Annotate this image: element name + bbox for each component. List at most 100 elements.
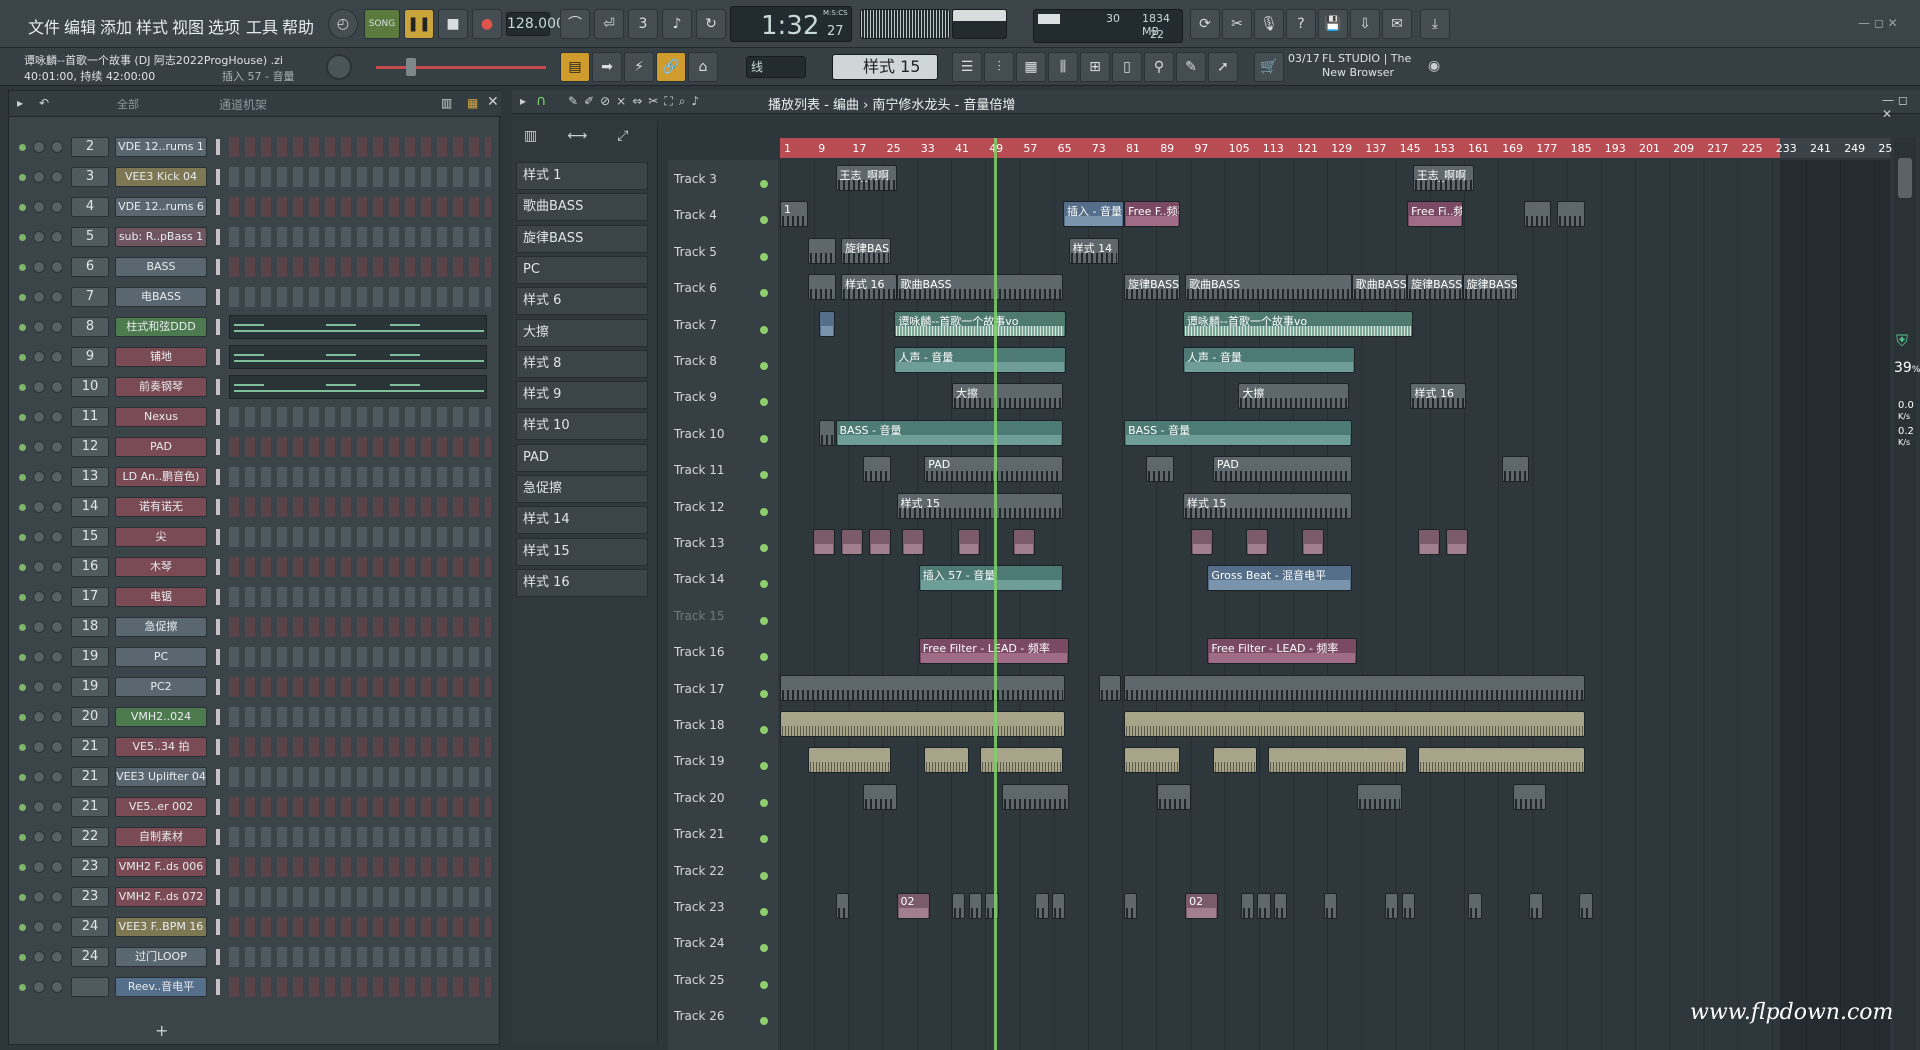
channel-mixer-track[interactable]: 17	[71, 587, 109, 607]
channel-mute-led[interactable]	[19, 474, 26, 481]
playlist-clip[interactable]: 样式 15	[896, 492, 1064, 519]
playlist-clip[interactable]	[1013, 529, 1036, 555]
channel-row[interactable]: 17 电锯	[9, 583, 491, 611]
playlist-clip[interactable]	[835, 893, 849, 919]
playlist-clip[interactable]: 王志_啊啊	[1412, 165, 1474, 191]
menu-item-4[interactable]: 视图	[172, 14, 204, 38]
channel-mute-led[interactable]	[19, 324, 26, 331]
channel-mixer-track[interactable]: 5	[71, 227, 109, 247]
playlist-clip[interactable]	[807, 747, 891, 774]
channel-row[interactable]: 15 尖	[9, 523, 491, 551]
channel-step-buttons[interactable]	[229, 437, 491, 457]
track-label[interactable]: Track 16	[674, 645, 724, 659]
playlist-clip[interactable]	[1124, 893, 1138, 919]
playlist-clip[interactable]	[1124, 711, 1585, 737]
track-mute-led[interactable]	[760, 325, 768, 334]
channel-mixer-track[interactable]: 6	[71, 257, 109, 277]
playlist-clip[interactable]	[1190, 529, 1213, 555]
channel-select-bar[interactable]	[216, 409, 220, 425]
playlist-clip[interactable]	[1301, 529, 1324, 555]
channel-row[interactable]: 16 木琴	[9, 553, 491, 581]
playlist-clip[interactable]: 王志_啊啊	[835, 165, 897, 191]
channel-piano-roll-preview[interactable]	[229, 375, 487, 399]
playlist-clip[interactable]: 谭咏麟--首歌一个故事vo	[894, 310, 1067, 337]
channel-mixer-track[interactable]: 21	[71, 797, 109, 817]
channel-pan-knob[interactable]	[51, 231, 63, 243]
playlist-clip[interactable]: 02	[1185, 893, 1219, 919]
channel-volume-knob[interactable]	[33, 921, 45, 933]
channel-name-button[interactable]: VDE 12..rums 6	[115, 197, 207, 217]
channel-name-button[interactable]: VDE 12..rums 1	[115, 137, 207, 157]
playlist-clip[interactable]: 歌曲BASS	[896, 274, 1064, 301]
channel-volume-knob[interactable]	[33, 831, 45, 843]
track-mute-led[interactable]	[760, 980, 768, 989]
channel-mixer-track[interactable]: 13	[71, 467, 109, 487]
track-label[interactable]: Track 3	[674, 172, 717, 186]
channel-name-button[interactable]: VEE3 Kick 04	[115, 167, 207, 187]
playlist-clip[interactable]	[1002, 783, 1069, 810]
channel-step-buttons[interactable]	[229, 287, 491, 307]
channel-mixer-track[interactable]: 16	[71, 557, 109, 577]
track-mute-led[interactable]	[760, 835, 768, 844]
menu-item-2[interactable]: 添加	[100, 14, 132, 38]
channel-select-bar[interactable]	[216, 139, 220, 155]
channel-mute-led[interactable]	[19, 444, 26, 451]
playlist-clip[interactable]	[818, 310, 836, 337]
channel-name-button[interactable]: 急促擦	[115, 617, 207, 637]
channel-name-button[interactable]: 电BASS	[115, 287, 207, 307]
playlist-clip[interactable]	[1512, 783, 1546, 810]
track-mute-led[interactable]	[760, 180, 768, 188]
channel-select-bar[interactable]	[216, 349, 220, 365]
channel-volume-knob[interactable]	[33, 891, 45, 903]
channel-select-bar[interactable]	[216, 799, 220, 815]
channel-pan-knob[interactable]	[51, 471, 63, 483]
playlist-clip[interactable]	[1579, 893, 1593, 919]
channel-name-button[interactable]: sub: R..pBass 1	[115, 227, 207, 247]
help-icon[interactable]: ?	[1286, 9, 1316, 39]
pattern-item[interactable]: PC	[516, 255, 648, 284]
track-mute-led[interactable]	[760, 689, 768, 698]
channel-row[interactable]: 19 PC2	[9, 673, 491, 701]
channel-select-bar[interactable]	[216, 289, 220, 305]
playlist-clip[interactable]: 大擦	[952, 383, 1064, 410]
playlist-clip[interactable]: 样式 15	[1182, 492, 1352, 519]
track-mute-led[interactable]	[760, 252, 768, 261]
snap-select[interactable]: 线	[746, 56, 806, 78]
track-label[interactable]: Track 7	[674, 318, 717, 332]
pattern-item[interactable]: 急促擦	[516, 475, 648, 503]
playlist-clip[interactable]: 插入 57 - 音量	[918, 565, 1064, 592]
plugin-icon[interactable]: ⊞	[1080, 52, 1110, 82]
refresh-icon[interactable]: ⟳	[1190, 9, 1220, 39]
playlist-clip[interactable]: Gross Beat - 混音电平	[1207, 565, 1352, 592]
channel-pan-knob[interactable]	[51, 291, 63, 303]
channel-mute-led[interactable]	[19, 504, 26, 511]
channel-step-buttons[interactable]	[229, 797, 491, 817]
channel-mute-led[interactable]	[19, 234, 26, 241]
stamp-icon[interactable]: ⌂	[688, 52, 718, 82]
tempo-knob-icon[interactable]: ◴	[328, 9, 358, 39]
playlist-clip[interactable]	[979, 747, 1064, 774]
channel-row[interactable]: 14 诺有诺无	[9, 493, 491, 521]
channel-row[interactable]: 24 VEE3 F..BPM 16	[9, 913, 491, 941]
playlist-clip[interactable]: 歌曲BASS	[1351, 274, 1408, 301]
channel-name-button[interactable]: PAD	[115, 437, 207, 457]
channel-name-button[interactable]: PC	[115, 647, 207, 667]
rack-arrow-icon[interactable]: ▸	[17, 96, 23, 110]
channel-step-buttons[interactable]	[229, 707, 491, 727]
track-mute-led[interactable]	[760, 944, 768, 953]
channel-name-button[interactable]: VE5..er 002	[115, 797, 207, 817]
eq-icon[interactable]: ⫼	[1048, 52, 1078, 82]
menu-item-6[interactable]: 工具	[246, 14, 278, 38]
stop-icon[interactable]: ■	[438, 9, 468, 39]
channel-pan-knob[interactable]	[51, 261, 63, 273]
playlist-clip[interactable]	[1246, 529, 1269, 555]
playlist-clip[interactable]	[1418, 529, 1441, 555]
channel-volume-knob[interactable]	[33, 411, 45, 423]
channel-pan-knob[interactable]	[51, 921, 63, 933]
channel-mute-led[interactable]	[19, 984, 26, 991]
channel-mute-led[interactable]	[19, 144, 26, 151]
track-label[interactable]: Track 4	[674, 208, 717, 222]
channel-volume-knob[interactable]	[33, 741, 45, 753]
channel-name-button[interactable]: 过门LOOP	[115, 947, 207, 967]
channel-select-bar[interactable]	[216, 379, 220, 395]
